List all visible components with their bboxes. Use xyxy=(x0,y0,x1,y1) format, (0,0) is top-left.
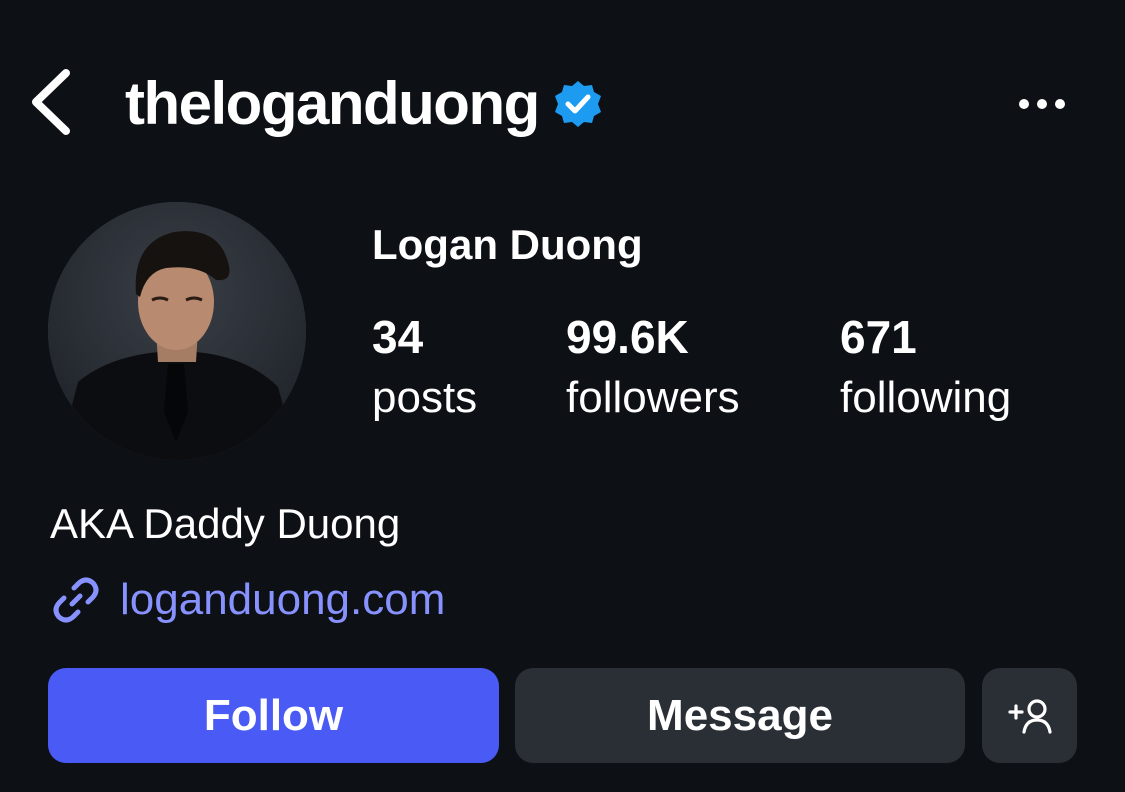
username-row: theloganduong xyxy=(125,68,603,140)
avatar[interactable] xyxy=(48,202,306,460)
posts-count: 34 xyxy=(372,311,424,363)
posts-stat[interactable]: 34 posts xyxy=(372,306,477,428)
profile-link[interactable]: loganduong.com xyxy=(50,570,445,630)
more-options-button[interactable] xyxy=(1010,84,1074,124)
posts-label: posts xyxy=(372,373,478,422)
link-icon xyxy=(50,574,102,626)
following-stat[interactable]: 671 following xyxy=(840,306,1011,428)
bio-text: AKA Daddy Duong xyxy=(50,500,401,547)
message-button[interactable]: Message xyxy=(515,668,965,763)
suggest-people-button[interactable] xyxy=(982,668,1077,763)
display-name: Logan Duong xyxy=(372,221,643,268)
followers-count: 99.6K xyxy=(566,311,689,363)
followers-label: followers xyxy=(566,373,740,422)
add-person-icon xyxy=(1007,698,1052,734)
verified-badge-icon xyxy=(553,79,603,129)
follow-button[interactable]: Follow xyxy=(48,668,499,763)
profile-header: theloganduong xyxy=(0,0,1125,200)
chevron-left-icon xyxy=(32,69,70,135)
following-label: following xyxy=(840,373,1012,422)
username: theloganduong xyxy=(125,70,540,137)
following-count: 671 xyxy=(840,311,917,363)
back-button[interactable] xyxy=(22,64,78,140)
more-horizontal-icon xyxy=(1019,99,1065,109)
link-text: loganduong.com xyxy=(120,575,446,624)
followers-stat[interactable]: 99.6K followers xyxy=(566,306,740,428)
